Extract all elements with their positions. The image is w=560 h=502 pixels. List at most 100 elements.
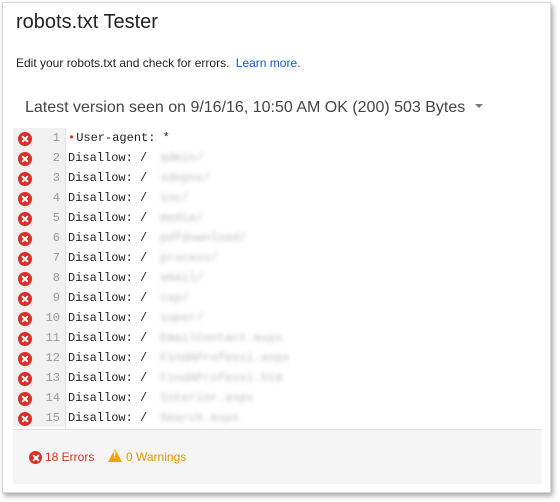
robots-editor[interactable]: 1 •User-agent: * 2 Disallow: / admin/3 Disall… — [13, 128, 542, 427]
redacted-path: FindAProfessi.aspx — [160, 351, 290, 365]
redacted-path: FindAProfessi.htm — [160, 371, 283, 385]
warning-icon — [108, 449, 122, 462]
error-icon[interactable] — [18, 312, 32, 326]
code-line[interactable]: 6 Disallow: / pdfdownload/ — [13, 228, 313, 248]
line-text: Disallow: / — [68, 411, 148, 425]
code-line[interactable]: 2 Disallow: / admin/ — [13, 148, 313, 168]
code-line[interactable]: 3 Disallow: / sdepns/ — [13, 168, 313, 188]
line-code: •User-agent: * — [68, 131, 170, 145]
error-icon[interactable] — [18, 372, 32, 386]
error-icon[interactable] — [18, 252, 32, 266]
line-text: Disallow: / — [68, 311, 148, 325]
line-code: Disallow: / — [68, 331, 147, 345]
code-line[interactable]: 8 Disallow: / email/ — [13, 268, 313, 288]
line-text: Disallow: / — [68, 331, 148, 345]
description-text: Edit your robots.txt and check for error… — [16, 56, 230, 70]
redacted-path: super/ — [160, 311, 204, 325]
line-code: Disallow: / — [68, 351, 147, 365]
error-icon[interactable] — [18, 132, 32, 146]
redacted-path: media/ — [160, 211, 204, 225]
redacted-path: process/ — [160, 251, 218, 265]
learn-more-link[interactable]: Learn more. — [236, 56, 301, 70]
redacted-path: Search.aspx — [160, 411, 240, 425]
line-number: 1 — [52, 131, 60, 145]
line-code: Disallow: / — [68, 231, 147, 245]
line-number: 9 — [52, 291, 60, 305]
code-line[interactable]: 7 Disallow: / process/ — [13, 248, 313, 268]
redacted-path: email/ — [160, 271, 204, 285]
version-dropdown[interactable]: Latest version seen on 9/16/16, 10:50 AM… — [25, 99, 483, 117]
error-icon[interactable] — [18, 272, 32, 286]
line-code: Disallow: / — [68, 191, 147, 205]
line-text: Disallow: / — [68, 271, 148, 285]
error-icon[interactable] — [18, 392, 32, 406]
code-line[interactable]: 14 Disallow: / Interior.aspx — [13, 388, 313, 408]
error-icon[interactable] — [18, 212, 32, 226]
line-text: Disallow: / — [68, 251, 148, 265]
errors-count[interactable]: 18 Errors — [29, 448, 94, 464]
code-line[interactable]: 15 Disallow: / Search.aspx — [13, 408, 313, 427]
code-line[interactable]: 4 Disallow: / inc/ — [13, 188, 313, 208]
line-code: Disallow: / — [68, 371, 147, 385]
line-code: Disallow: / — [68, 171, 147, 185]
page-title: robots.txt Tester — [16, 11, 158, 33]
line-text: Disallow: / — [68, 211, 148, 225]
line-number: 14 — [45, 391, 60, 405]
error-icon[interactable] — [18, 192, 32, 206]
line-text: Disallow: / — [68, 151, 148, 165]
warnings-label: 0 Warnings — [126, 450, 187, 464]
line-code: Disallow: / — [68, 391, 147, 405]
error-icon — [29, 451, 42, 464]
line-text: Disallow: / — [68, 351, 148, 365]
page-description: Edit your robots.txt and check for error… — [16, 56, 300, 70]
line-text: Disallow: / — [68, 231, 148, 245]
robots-tester-panel: robots.txt Tester Edit your robots.txt a… — [2, 2, 551, 493]
error-marker: • — [68, 131, 76, 145]
redacted-path: EmailContact.aspx — [160, 331, 283, 345]
code-line[interactable]: 13 Disallow: / FindAProfessi.htm — [13, 368, 313, 388]
line-code: Disallow: / — [68, 311, 147, 325]
error-icon[interactable] — [18, 292, 32, 306]
line-number: 5 — [52, 211, 60, 225]
redacted-path: inc/ — [160, 191, 189, 205]
error-icon[interactable] — [18, 232, 32, 246]
line-text: Disallow: / — [68, 291, 148, 305]
redacted-path: sdepns/ — [160, 171, 211, 185]
error-icon[interactable] — [18, 172, 32, 186]
line-code: Disallow: / — [68, 271, 147, 285]
line-text: User-agent: * — [76, 131, 170, 145]
line-number: 15 — [45, 411, 60, 425]
line-text: Disallow: / — [68, 171, 148, 185]
line-text: Disallow: / — [68, 191, 148, 205]
error-icon[interactable] — [18, 332, 32, 346]
code-line[interactable]: 12 Disallow: / FindAProfessi.aspx — [13, 348, 313, 368]
errors-label: 18 Errors — [45, 450, 95, 464]
error-icon[interactable] — [18, 152, 32, 166]
version-label: Latest version seen on 9/16/16, 10:50 AM… — [25, 99, 466, 116]
line-code: Disallow: / — [68, 291, 147, 305]
error-icon[interactable] — [18, 352, 32, 366]
line-text: Disallow: / — [68, 371, 148, 385]
line-number: 3 — [52, 171, 60, 185]
code-line[interactable]: 10 Disallow: / super/ — [13, 308, 313, 328]
caret-down-icon — [474, 103, 483, 108]
line-number: 13 — [45, 371, 60, 385]
error-icon[interactable] — [18, 412, 32, 426]
code-line[interactable]: 9 Disallow: / cap/ — [13, 288, 313, 308]
line-number: 10 — [45, 311, 60, 325]
line-code: Disallow: / — [68, 411, 147, 425]
line-number: 8 — [52, 271, 60, 285]
line-number: 7 — [52, 251, 60, 265]
line-number: 2 — [52, 151, 60, 165]
code-line[interactable]: 1 •User-agent: * — [13, 128, 313, 148]
code-line[interactable]: 11 Disallow: / EmailContact.aspx — [13, 328, 313, 348]
redacted-path: Interior.aspx — [160, 391, 254, 405]
line-text: Disallow: / — [68, 391, 148, 405]
line-number: 4 — [52, 191, 60, 205]
redacted-path: admin/ — [160, 151, 204, 165]
redacted-path: cap/ — [160, 291, 189, 305]
warnings-count[interactable]: 0 Warnings — [108, 448, 186, 464]
code-line[interactable]: 5 Disallow: / media/ — [13, 208, 313, 228]
line-number: 6 — [52, 231, 60, 245]
line-code: Disallow: / — [68, 151, 147, 165]
